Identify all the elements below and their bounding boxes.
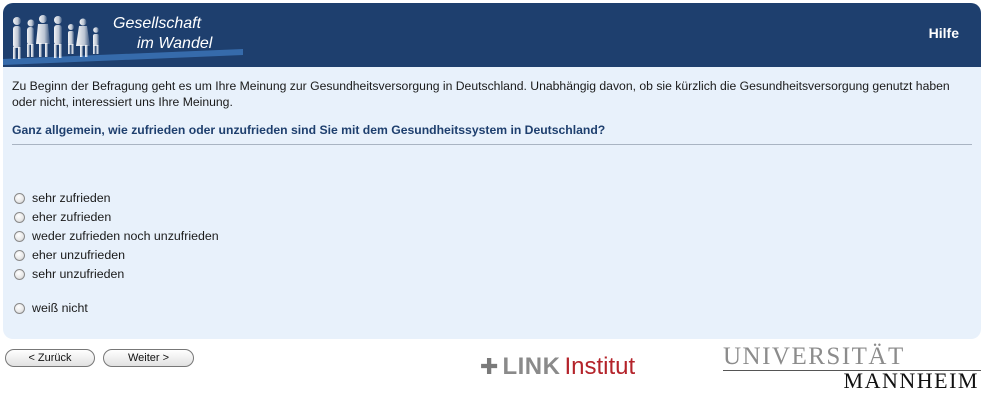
option-label: sehr zufrieden	[32, 191, 111, 205]
link-institut-logo: ✚ LINK Institut	[480, 353, 635, 381]
logo: Gesellschaft im Wandel	[3, 3, 243, 67]
uni-mannheim-logo: UNIVERSITÄT MANNHEIM	[723, 343, 983, 393]
uni-logo-bottom: MANNHEIM	[843, 368, 979, 393]
next-button[interactable]: Weiter >	[103, 349, 194, 367]
link-logo-institut: Institut	[564, 353, 636, 380]
link-cross-icon: ✚	[480, 354, 499, 379]
back-button[interactable]: < Zurück	[5, 349, 95, 367]
option-label: eher zufrieden	[32, 210, 112, 224]
help-link[interactable]: Hilfe	[929, 25, 959, 41]
radio-button[interactable]	[14, 268, 25, 280]
logo-line1: Gesellschaft	[113, 15, 202, 32]
header-bar: Gesellschaft im Wandel Hilfe	[3, 3, 981, 67]
option-weiss-nicht[interactable]: weiß nicht	[14, 301, 88, 315]
option-label: eher unzufrieden	[32, 248, 125, 262]
logo-line2: im Wandel	[137, 35, 213, 52]
divider	[12, 144, 972, 145]
option-label: weder zufrieden noch unzufrieden	[32, 229, 219, 243]
option-sehr-unzufrieden[interactable]: sehr unzufrieden	[14, 267, 124, 281]
radio-button[interactable]	[14, 230, 25, 242]
option-eher-zufrieden[interactable]: eher zufrieden	[14, 210, 111, 224]
option-label: weiß nicht	[32, 301, 88, 315]
uni-logo-top: UNIVERSITÄT	[723, 343, 905, 370]
survey-panel: Gesellschaft im Wandel Hilfe Zu Beginn d…	[3, 3, 981, 339]
question-text: Ganz allgemein, wie zufrieden oder unzuf…	[12, 123, 606, 137]
option-sehr-zufrieden[interactable]: sehr zufrieden	[14, 191, 111, 205]
option-label: sehr unzufrieden	[32, 267, 125, 281]
intro-text: Zu Beginn der Befragung geht es um Ihre …	[12, 79, 950, 109]
logo-text: Gesellschaft im Wandel	[113, 14, 212, 54]
radio-button[interactable]	[14, 211, 25, 223]
link-logo-word: LINK	[502, 353, 561, 380]
radio-button[interactable]	[14, 302, 25, 314]
option-eher-unzufrieden[interactable]: eher unzufrieden	[14, 248, 125, 262]
radio-button[interactable]	[14, 192, 25, 204]
option-weder-noch[interactable]: weder zufrieden noch unzufrieden	[14, 229, 219, 243]
radio-button[interactable]	[14, 249, 25, 261]
